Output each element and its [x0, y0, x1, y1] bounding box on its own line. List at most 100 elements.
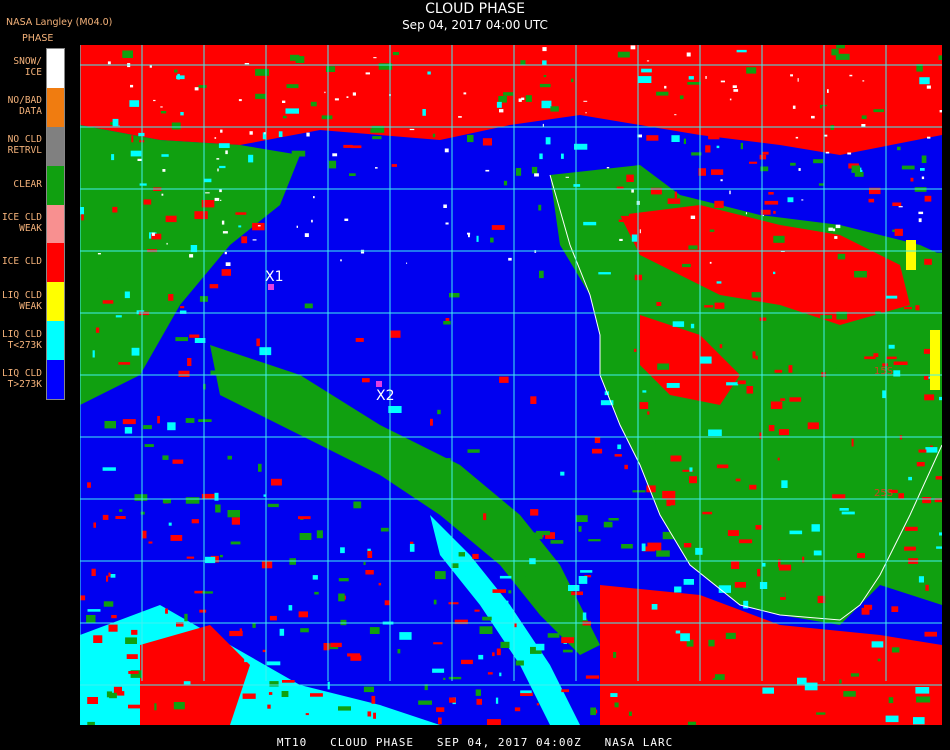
legend-swatch [47, 204, 64, 244]
cloud-pixel-patch [756, 335, 760, 340]
cloud-pixel-patch [93, 522, 96, 528]
marker-x1-point[interactable] [268, 284, 274, 290]
cloud-pixel-patch [592, 448, 603, 454]
cloud-pixel-patch [916, 696, 931, 703]
cloud-pixel-patch [573, 184, 581, 187]
snow-speck [762, 214, 764, 217]
cloud-pixel-patch [472, 553, 479, 559]
cloud-pixel-patch [774, 369, 783, 373]
marker-x2-point[interactable] [376, 381, 382, 387]
cloud-pixel-patch [641, 349, 645, 353]
satellite-map[interactable] [80, 45, 942, 725]
cloud-pixel-patch [840, 669, 845, 673]
cloud-pixel-patch [84, 335, 95, 343]
cloud-pixel-patch [708, 429, 722, 436]
cloud-pixel-patch [196, 50, 201, 53]
cloud-pixel-patch [762, 151, 769, 155]
snow-speck [406, 262, 408, 264]
cloud-pixel-patch [102, 514, 109, 520]
cloud-pixel-patch [566, 96, 571, 104]
snow-speck [847, 152, 852, 155]
snow-speck [729, 98, 732, 101]
cloud-pixel-patch [773, 592, 786, 597]
cloud-pixel-patch [87, 482, 91, 488]
cloud-pixel-patch [861, 115, 867, 119]
cloud-pixel-patch [499, 672, 502, 677]
cloud-pixel-patch [514, 707, 521, 712]
cloud-pixel-patch [705, 145, 711, 153]
cloud-pixel-patch [728, 318, 742, 326]
cloud-pixel-patch [124, 427, 133, 434]
cloud-pixel-patch [885, 356, 897, 360]
cloud-pixel-patch [639, 402, 649, 409]
cloud-pixel-patch [330, 642, 342, 648]
cloud-pixel-patch [837, 253, 846, 260]
cloud-pixel-patch [939, 396, 942, 401]
cloud-pixel-patch [749, 484, 757, 490]
cloud-pixel-patch [839, 508, 849, 511]
snow-speck [606, 167, 610, 169]
cloud-pixel-patch [177, 73, 180, 80]
cloud-pixel-patch [252, 622, 256, 628]
legend-label: NO/BAD DATA [7, 95, 42, 118]
cloud-pixel-patch [751, 292, 761, 298]
snow-speck [97, 253, 101, 255]
cloud-pixel-patch [432, 133, 436, 138]
snow-speck [798, 168, 801, 171]
cloud-pixel-patch [432, 668, 445, 673]
cloud-pixel-patch [353, 501, 362, 509]
cloud-pixel-patch [863, 462, 871, 469]
cloud-pixel-patch [508, 590, 512, 594]
cloud-pixel-patch [709, 229, 715, 232]
cloud-pixel-patch [291, 150, 306, 157]
snow-speck [705, 76, 707, 79]
cloud-pixel-patch [873, 353, 879, 357]
cloud-pixel-patch [81, 214, 84, 221]
snow-speck [849, 74, 853, 77]
snow-speck [194, 87, 199, 91]
cloud-pixel-patch [349, 173, 356, 176]
cloud-pixel-patch [762, 687, 774, 694]
cloud-pixel-patch [871, 641, 884, 648]
cloud-pixel-patch [695, 708, 702, 714]
cloud-pixel-patch [631, 234, 638, 242]
cloud-pixel-patch [338, 578, 349, 582]
snow-speck [444, 148, 449, 153]
cloud-pixel-patch [646, 135, 659, 141]
cloud-pixel-patch [105, 640, 110, 648]
cloud-pixel-patch [92, 350, 95, 358]
cloud-pixel-patch [885, 715, 899, 723]
legend-swatch [47, 165, 64, 205]
cloud-pixel-patch [326, 66, 336, 72]
cloud-pixel-patch [325, 711, 338, 715]
cloud-pixel-patch [853, 410, 860, 419]
cloud-pixel-patch [255, 93, 266, 99]
cloud-pixel-patch [671, 135, 680, 142]
cloud-pixel-patch [125, 637, 137, 644]
snow-speck [214, 137, 217, 139]
cloud-pixel-patch [719, 707, 727, 712]
snow-speck [344, 218, 349, 221]
cloud-pixel-patch [154, 703, 157, 711]
cloud-pixel-patch [180, 112, 184, 116]
snow-speck [824, 134, 828, 137]
cloud-pixel-patch [851, 438, 854, 447]
cloud-pixel-patch [168, 294, 174, 301]
cloud-pixel-patch [628, 711, 632, 716]
snow-speck [257, 225, 261, 227]
cloud-pixel-patch [680, 601, 690, 610]
snow-speck [365, 72, 370, 75]
cloud-pixel-patch [688, 245, 698, 250]
cloud-pixel-patch [714, 302, 725, 309]
cloud-pixel-patch [260, 85, 270, 93]
cloud-pixel-patch [218, 143, 230, 148]
cloud-pixel-patch [935, 645, 941, 650]
snow-speck [542, 47, 547, 52]
cloud-pixel-patch [242, 693, 256, 699]
cloud-phase-viewer: CLOUD PHASE Sep 04, 2017 04:00 UTC NASA … [0, 0, 950, 750]
snow-speck [485, 169, 490, 172]
cloud-pixel-patch [221, 269, 231, 276]
cloud-pixel-patch [186, 556, 195, 559]
cloud-pixel-patch [578, 526, 582, 532]
cloud-pixel-patch [80, 595, 86, 601]
